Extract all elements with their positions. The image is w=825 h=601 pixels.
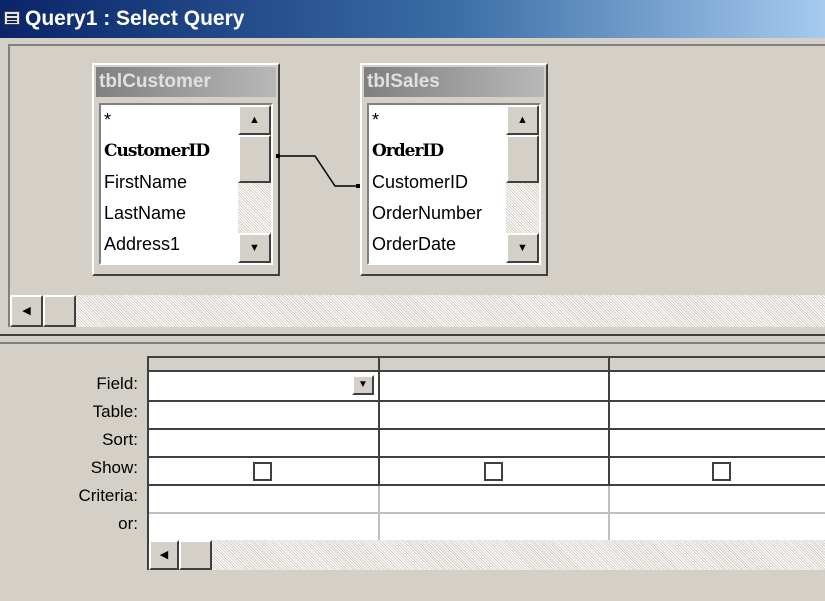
window-title: Query1 : Select Query <box>25 7 245 30</box>
show-checkbox[interactable] <box>712 462 731 481</box>
cell-table-col1[interactable] <box>149 402 380 430</box>
row-label-show: Show: <box>90 458 138 477</box>
cell-show-col2[interactable] <box>380 458 610 486</box>
cell-or-col1[interactable] <box>149 514 380 542</box>
design-grid-area: Field: Table: Sort: Show: Criteria: or: … <box>0 356 825 601</box>
cell-table-col3[interactable] <box>610 402 825 430</box>
cell-sort-col3[interactable] <box>610 430 825 458</box>
relationship-join-line[interactable] <box>10 46 825 295</box>
row-label-or: or: <box>118 514 138 533</box>
cell-sort-col2[interactable] <box>380 430 610 458</box>
cell-table-col2[interactable] <box>380 402 610 430</box>
column-selector[interactable] <box>610 358 825 372</box>
scroll-thumb[interactable] <box>179 540 212 570</box>
cell-field-col2[interactable] <box>380 372 610 402</box>
row-label-table: Table: <box>92 402 138 421</box>
cell-or-col3[interactable] <box>610 514 825 542</box>
cell-or-col2[interactable] <box>380 514 610 542</box>
cell-show-col1[interactable] <box>149 458 380 486</box>
cell-criteria-col3[interactable] <box>610 486 825 514</box>
title-bar[interactable]: Query1 : Select Query <box>0 0 825 38</box>
dropdown-arrow-icon[interactable]: ▼ <box>352 375 374 395</box>
cell-criteria-col2[interactable] <box>380 486 610 514</box>
show-checkbox[interactable] <box>484 462 503 481</box>
cell-field-col1[interactable]: ▼ <box>149 372 380 402</box>
show-checkbox[interactable] <box>253 462 272 481</box>
row-label-field: Field: <box>96 374 138 393</box>
column-selector[interactable] <box>149 358 380 372</box>
row-label-criteria: Criteria: <box>78 486 138 505</box>
table-pane: tblCustomer * CustomerID FirstName LastN… <box>8 44 825 327</box>
pane-splitter[interactable] <box>0 334 825 344</box>
scroll-left-arrow-icon[interactable]: ◀ <box>10 295 43 327</box>
cell-sort-col1[interactable] <box>149 430 380 458</box>
grid-horizontal-scrollbar[interactable]: ◀ <box>147 540 825 570</box>
scroll-left-arrow-icon[interactable]: ◀ <box>149 540 179 570</box>
cell-field-col3[interactable] <box>610 372 825 402</box>
horizontal-scrollbar[interactable]: ◀ <box>10 295 825 327</box>
row-label-sort: Sort: <box>102 430 138 449</box>
query-window-icon[interactable] <box>4 11 20 25</box>
cell-show-col3[interactable] <box>610 458 825 486</box>
query-design-grid: ▼ <box>147 356 825 542</box>
cell-criteria-col1[interactable] <box>149 486 380 514</box>
scroll-thumb[interactable] <box>43 295 76 327</box>
column-selector[interactable] <box>380 358 610 372</box>
